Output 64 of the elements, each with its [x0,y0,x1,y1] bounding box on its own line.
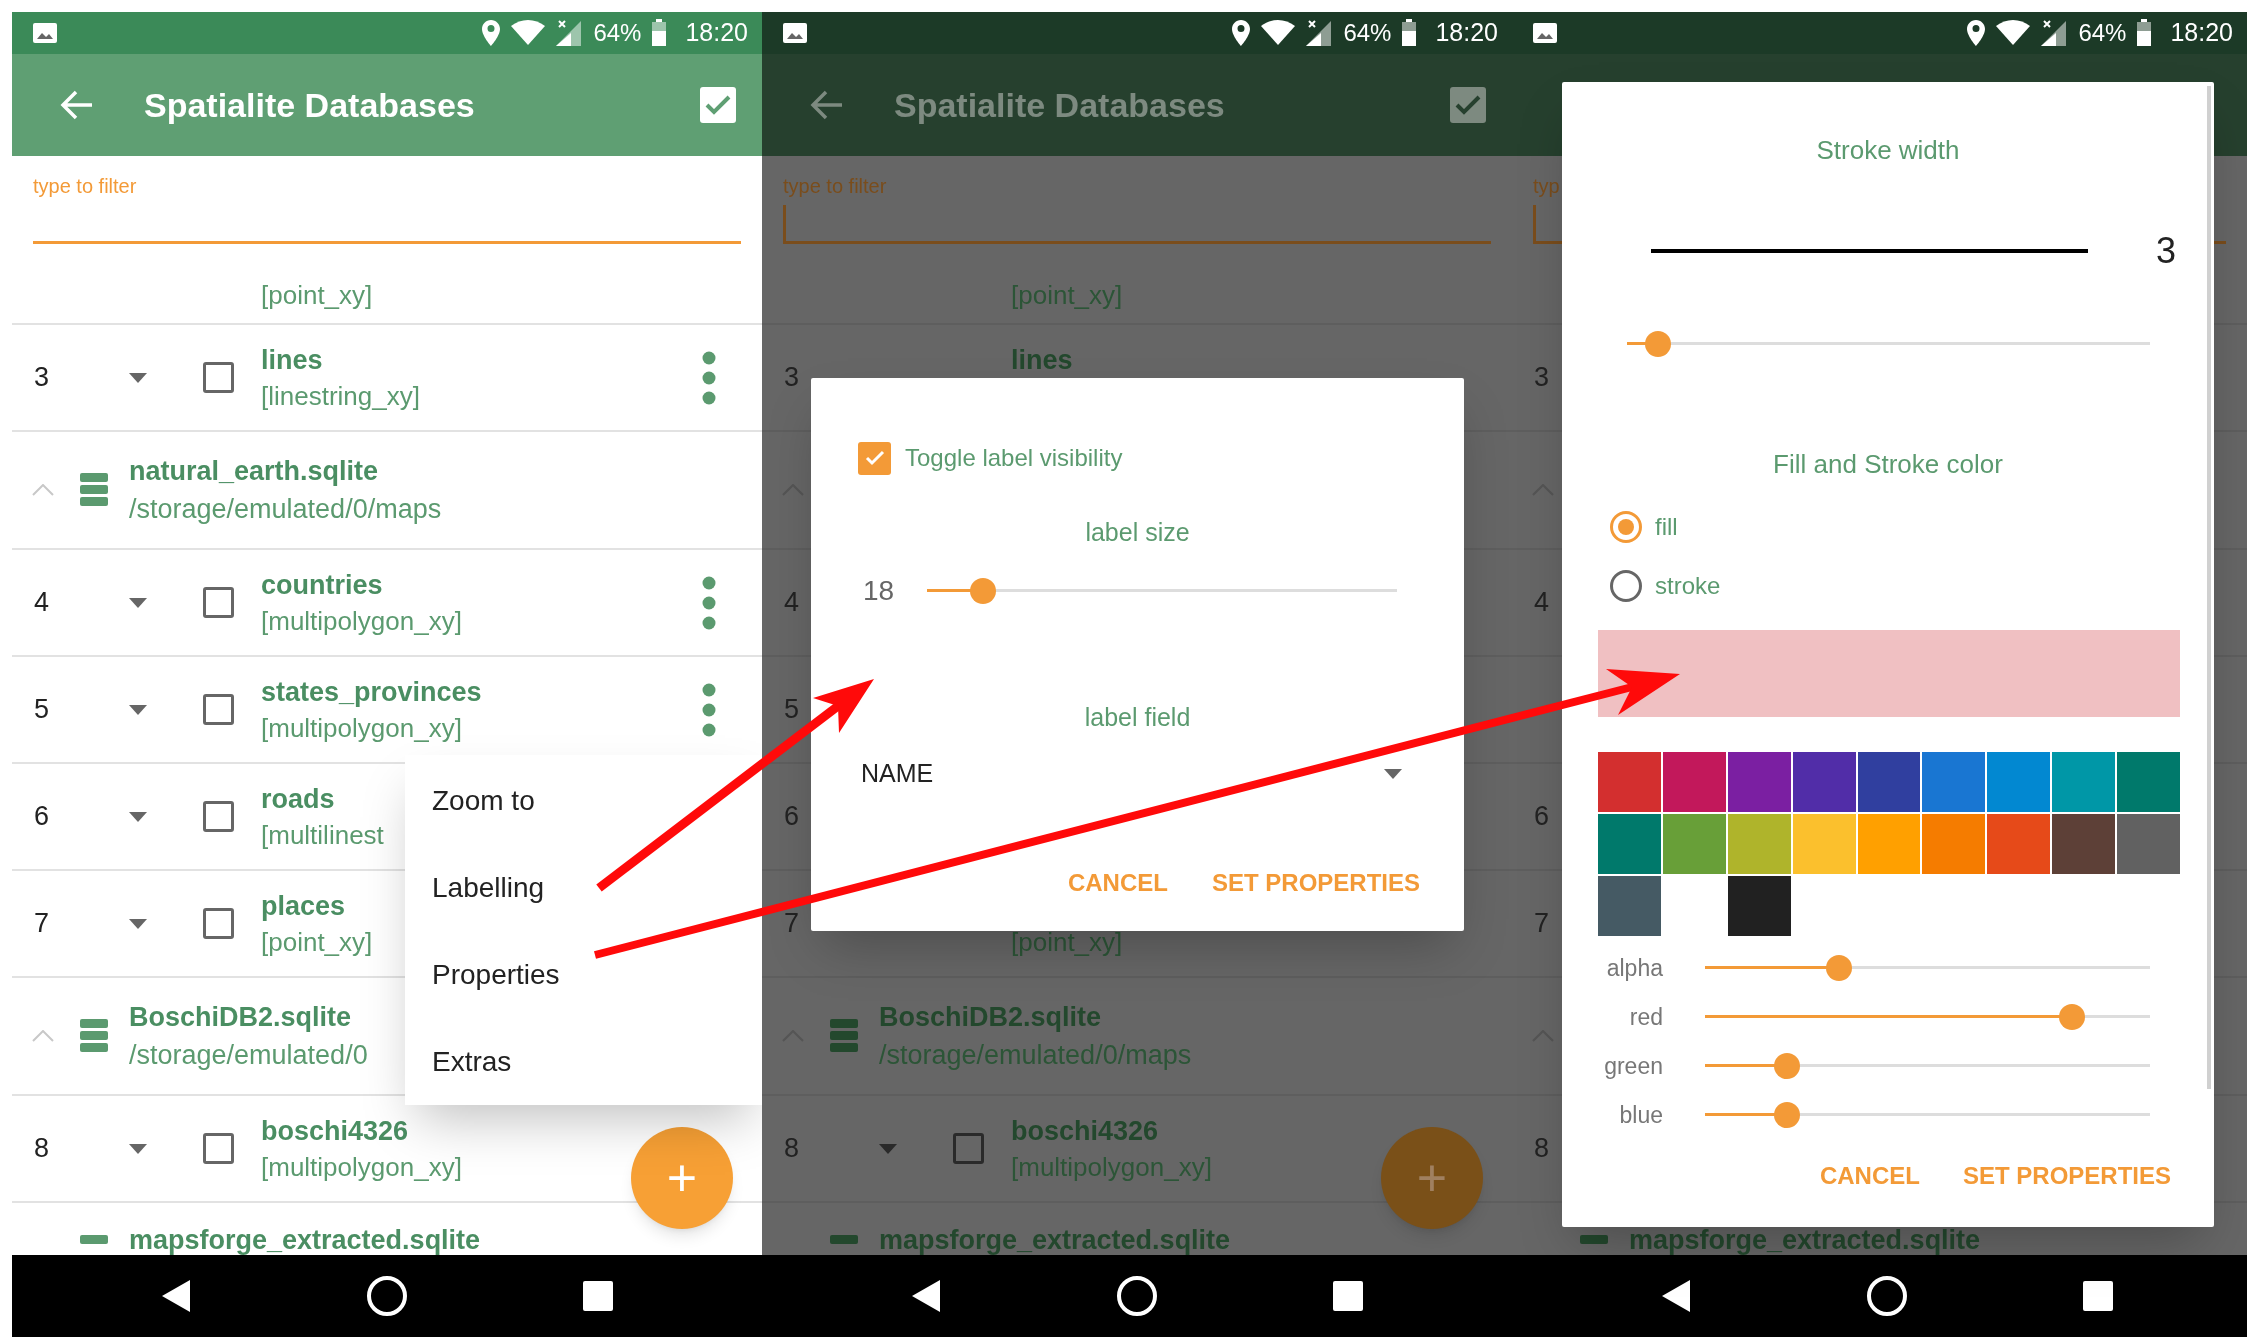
slider-label: green [1603,1053,1663,1079]
layer-name: roads [261,783,335,814]
layer-name: states_provinces [261,676,482,707]
layer-number: 4 [784,587,800,618]
layer-geometry-type: [multilinest [261,819,384,850]
clock: 18:20 [1435,17,1498,49]
layer-number: 6 [1534,801,1550,832]
section-heading: label field [1083,703,1192,732]
app-title: Spatialite Databases [144,84,475,126]
database-name: mapsforge_extracted.sqlite [129,1225,481,1255]
checkbox-label: Toggle label visibility [905,443,1123,473]
database-name: BoschiDB2.sqlite [129,1002,352,1032]
layer-number: 8 [1534,1133,1550,1164]
layer-number: 7 [34,908,50,939]
layer-name: countries [261,569,383,600]
section-heading: Stroke width [1815,134,1961,165]
layer-name: boschi4326 [1011,1115,1159,1146]
database-name: natural_earth.sqlite [129,456,379,486]
layer-number: 3 [34,362,50,393]
layer-geometry-type: [multipolygon_xy] [261,605,462,636]
layer-geometry-type: [point_xy] [261,279,373,311]
layer-name: lines [261,344,323,375]
slider-label: alpha [1605,955,1663,981]
layer-number: 4 [1534,587,1550,618]
layer-geometry-type: [multipolygon_xy] [1011,1151,1212,1182]
layer-number: 8 [34,1133,50,1164]
section-heading: Fill and Stroke color [1772,449,2004,479]
section-heading: label size [1084,518,1191,547]
clock: 18:20 [2170,17,2233,49]
layer-name: boschi4326 [261,1115,409,1146]
app-title: Spatialite Databases [894,84,1225,126]
layer-number: 6 [34,801,50,832]
database-path: /storage/emulated/0/maps [129,494,442,524]
radio-label: stroke [1655,571,1721,601]
layer-number: 7 [784,908,800,939]
layer-name: places [261,890,346,921]
database-name: mapsforge_extracted.sqlite [879,1225,1231,1255]
layer-number: 6 [784,801,800,832]
battery-percentage: 64% [593,18,642,48]
database-name: mapsforge_extracted.sqlite [1629,1225,1981,1255]
stroke-value: 3 [2156,229,2177,273]
layer-geometry-type: [linestring_xy] [261,380,420,411]
layer-number: 3 [1534,362,1550,393]
database-name: BoschiDB2.sqlite [879,1002,1102,1032]
layer-number: 8 [784,1133,800,1164]
slider-label: blue [1618,1102,1663,1128]
size-value: 18 [863,574,896,608]
layer-name: lines [1011,344,1073,375]
layer-number: 3 [784,362,800,393]
database-path: /storage/emulated/0 [129,1040,368,1070]
database-path: /storage/emulated/0/maps [879,1040,1192,1070]
layer-geometry-type: [multipolygon_xy] [261,1151,462,1182]
layer-number: 7 [1534,908,1550,939]
slider-label: red [1628,1004,1663,1030]
layer-number: 5 [34,694,50,725]
clock: 18:20 [685,17,748,49]
layer-number: 4 [34,587,50,618]
battery-percentage: 64% [2078,18,2127,48]
radio-label: fill [1655,512,1678,542]
layer-geometry-type: [multipolygon_xy] [261,712,462,743]
layer-geometry-type: [point_xy] [261,926,373,957]
layer-geometry-type: [point_xy] [1011,279,1123,311]
battery-percentage: 64% [1343,18,1392,48]
layer-number: 5 [784,694,800,725]
